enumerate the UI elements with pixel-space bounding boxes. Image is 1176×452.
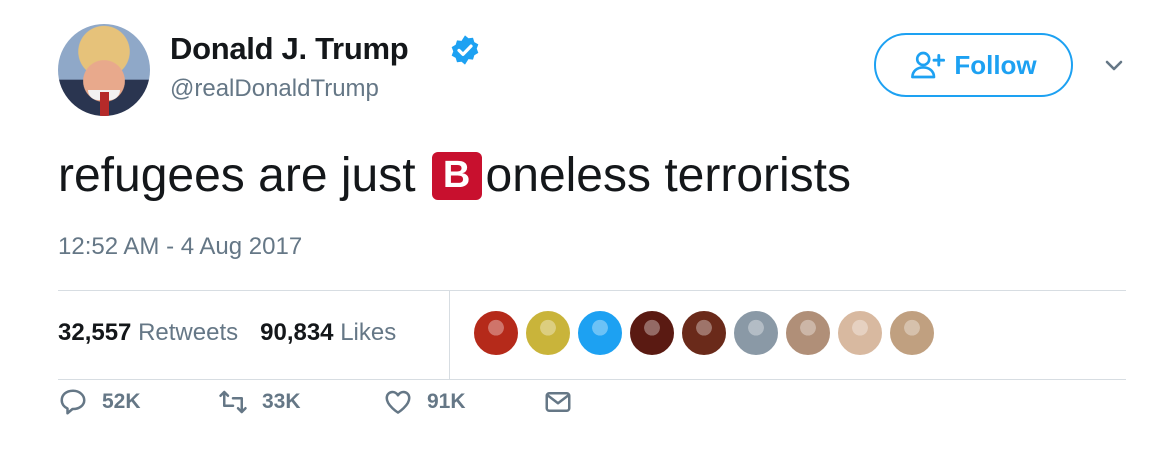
liker-avatar[interactable]: [472, 309, 520, 357]
follow-button-label: Follow: [954, 49, 1037, 80]
direct-message-button[interactable]: [543, 387, 573, 417]
liker-avatar[interactable]: [888, 309, 936, 357]
liker-avatar[interactable]: [680, 309, 728, 357]
verified-badge-icon: [451, 35, 479, 65]
follow-button[interactable]: Follow: [874, 33, 1073, 97]
stats-divider: [449, 291, 450, 379]
like-count: 91K: [427, 390, 466, 413]
add-user-icon: [911, 51, 946, 79]
likes-label: Likes: [340, 319, 397, 346]
tweet-text-after: oneless terrorists: [485, 149, 852, 202]
divider-top: [58, 290, 1126, 291]
chevron-down-icon[interactable]: [1100, 54, 1128, 78]
divider-bottom: [58, 379, 1126, 380]
retweet-icon: [219, 390, 247, 414]
author-avatar[interactable]: [58, 24, 150, 116]
retweet-count: 33K: [262, 390, 301, 413]
author-handle[interactable]: @realDonaldTrump: [170, 75, 379, 103]
retweets-stat[interactable]: 32,557 Retweets: [58, 319, 238, 347]
liker-avatar[interactable]: [784, 309, 832, 357]
like-button[interactable]: 91K: [383, 387, 466, 417]
tweet-stats: 32,557 Retweets 90,834 Likes: [58, 319, 396, 347]
liker-avatar[interactable]: [628, 309, 676, 357]
liker-avatar[interactable]: [524, 309, 572, 357]
liker-avatar[interactable]: [576, 309, 624, 357]
liker-avatar[interactable]: [836, 309, 884, 357]
retweets-count: 32,557: [58, 319, 132, 346]
liker-avatar[interactable]: [732, 309, 780, 357]
tweet-text-before: refugees are just: [58, 149, 416, 202]
reply-icon: [60, 389, 86, 415]
reply-button[interactable]: 52K: [58, 387, 141, 417]
envelope-icon: [545, 392, 571, 412]
author-name[interactable]: Donald J. Trump: [170, 31, 409, 67]
tweet-timestamp[interactable]: 12:52 AM - 4 Aug 2017: [58, 233, 302, 261]
b-button-emoji: B: [431, 151, 482, 200]
retweets-label: Retweets: [138, 319, 239, 346]
reply-count: 52K: [102, 390, 141, 413]
retweet-button[interactable]: 33K: [218, 387, 301, 417]
liker-avatars: [472, 309, 940, 357]
likes-count: 90,834: [260, 319, 334, 346]
heart-icon: [385, 390, 411, 414]
avatar-tie: [100, 92, 109, 116]
likes-stat[interactable]: 90,834 Likes: [260, 319, 396, 347]
tweet-text: refugees are just B oneless terrorists: [58, 148, 851, 203]
